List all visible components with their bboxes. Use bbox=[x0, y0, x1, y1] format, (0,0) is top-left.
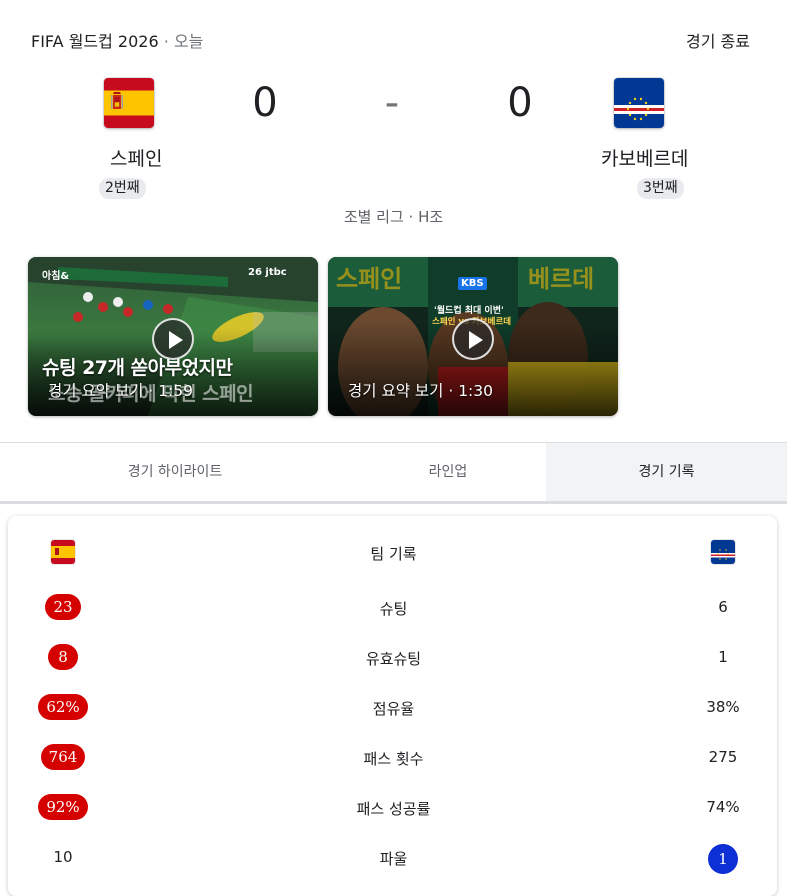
video-thumbnail-1[interactable]: 아침& 26 jtbc 슈팅 27개 쏟아부었지만 노승 골키퍼에 막힌 스페인… bbox=[28, 257, 318, 416]
stats-header: 팀 기록 bbox=[370, 545, 417, 563]
stat-away-value: 1 bbox=[693, 844, 753, 874]
tabs-bottom-divider bbox=[0, 501, 787, 504]
stat-label: 패스 횟수 bbox=[363, 750, 424, 768]
cape-verde-flag-icon bbox=[711, 540, 735, 564]
play-icon[interactable] bbox=[452, 318, 494, 360]
tab-match-stats[interactable]: 경기 기록 bbox=[546, 443, 787, 501]
tournament-name[interactable]: FIFA 월드컵 2026 bbox=[31, 32, 159, 51]
spain-flag-icon[interactable] bbox=[104, 78, 154, 128]
video-2-banner-left: 스페인 bbox=[336, 265, 403, 293]
highlight-badge: 1 bbox=[708, 844, 738, 874]
video-1-headline: 슈팅 27개 쏟아부었지만 bbox=[42, 357, 233, 379]
away-team-name[interactable]: 카보베르데 bbox=[601, 144, 688, 171]
stat-away-value: 38% bbox=[706, 698, 740, 716]
match-round: 조별 리그 · H조 bbox=[343, 208, 444, 226]
match-status: 경기 종료 bbox=[686, 32, 750, 51]
video-1-brand: 아침& bbox=[42, 271, 70, 282]
home-team-rank: 2번째 bbox=[99, 178, 146, 199]
stat-label: 유효슈팅 bbox=[365, 650, 422, 668]
home-team-name[interactable]: 스페인 bbox=[110, 144, 162, 171]
match-date: 오늘 bbox=[173, 32, 204, 51]
video-2-badge: KBS bbox=[458, 277, 487, 290]
stat-label: 패스 성공률 bbox=[356, 800, 431, 818]
video-thumbnail-2[interactable]: 스페인 베르데 KBS '월드컵 최대 이변' 스페인 vs 카보베르데 경기 … bbox=[328, 257, 618, 416]
away-score: 0 bbox=[507, 80, 533, 126]
cape-verde-flag-icon[interactable] bbox=[614, 78, 664, 128]
score-separator: - bbox=[384, 80, 400, 126]
stat-away-value: 275 bbox=[708, 748, 738, 766]
tab-highlights[interactable]: 경기 하이라이트 bbox=[0, 443, 350, 501]
stat-label: 슈팅 bbox=[379, 600, 408, 618]
stat-away-value: 1 bbox=[718, 648, 728, 666]
video-1-channel: 26 jtbc bbox=[248, 267, 287, 278]
tournament-header[interactable]: FIFA 월드컵 2026 · 오늘 bbox=[31, 28, 203, 52]
header-separator: · bbox=[163, 32, 169, 51]
stat-away-value: 74% bbox=[706, 798, 740, 816]
away-team-rank: 3번째 bbox=[637, 178, 684, 199]
home-score: 0 bbox=[252, 80, 278, 126]
stat-label: 점유율 bbox=[372, 700, 415, 718]
stat-away-value: 6 bbox=[718, 598, 728, 616]
video-1-label: 경기 요약 보기 · 1:59 bbox=[48, 382, 194, 400]
video-2-label: 경기 요약 보기 · 1:30 bbox=[348, 382, 494, 400]
stat-label: 파울 bbox=[379, 850, 408, 868]
tab-lineup[interactable]: 라인업 bbox=[350, 443, 546, 501]
video-2-banner-right: 베르데 bbox=[528, 265, 595, 293]
